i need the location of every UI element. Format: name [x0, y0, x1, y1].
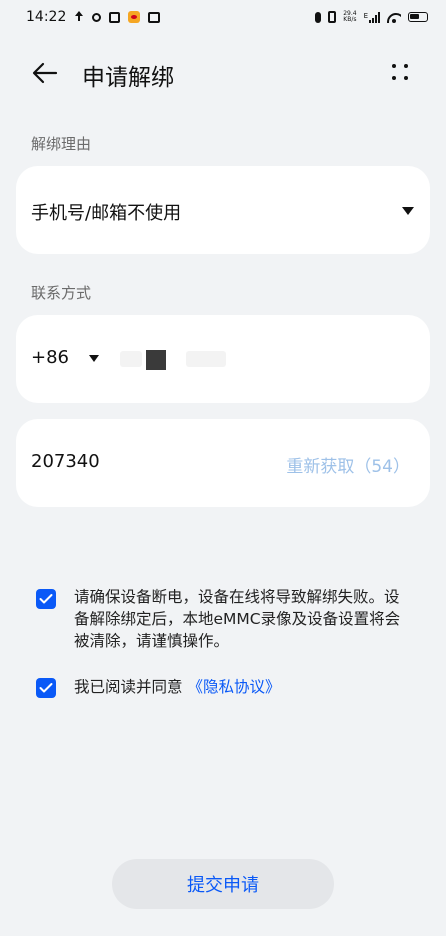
vibrate-icon	[328, 11, 337, 23]
warning-text: 请确保设备断电，设备在线将导致解绑失败。设备解除绑定后，本地eMMC录像及设备设…	[74, 588, 401, 650]
verification-code-field[interactable]: 207340 重新获取（54）	[16, 419, 430, 507]
resend-code-button[interactable]: 重新获取（54）	[286, 452, 410, 477]
notification-dot-icon	[92, 12, 102, 22]
status-time: 14:22	[26, 9, 67, 25]
privacy-agreement: 我已阅读并同意 《隐私协议》	[36, 676, 416, 700]
weibo-icon	[128, 11, 141, 23]
arrow-left-icon[interactable]	[32, 62, 58, 84]
unbind-reason-value: 手机号/邮箱不使用	[31, 203, 182, 224]
submit-button[interactable]: 提交申请	[112, 859, 334, 909]
agree-text: 我已阅读并同意 《隐私协议》	[74, 676, 414, 698]
more-dots-icon[interactable]	[390, 62, 412, 84]
cellular-signal-icon: E	[363, 11, 380, 23]
agree-prefix: 我已阅读并同意	[74, 678, 183, 696]
microphone-icon	[315, 11, 322, 23]
app-header: 申请解绑	[0, 52, 446, 96]
country-code-select[interactable]: +86	[31, 347, 69, 368]
app-notification-icon	[109, 11, 121, 23]
wifi-icon	[387, 12, 401, 23]
network-speed-unit: KB/s	[343, 16, 357, 23]
privacy-policy-link[interactable]: 《隐私协议》	[187, 678, 280, 696]
masked-phone-number	[120, 349, 240, 370]
checkmark-icon	[39, 683, 53, 693]
country-code-arrow-icon[interactable]	[89, 355, 99, 362]
network-speed: 29.4 KB/s	[343, 11, 356, 23]
status-bar: 14:22 29.4 KB/s E	[0, 0, 446, 34]
battery-icon	[408, 12, 428, 22]
unbind-reason-select[interactable]: 手机号/邮箱不使用	[16, 166, 430, 254]
power-off-warning: 请确保设备断电，设备在线将导致解绑失败。设备解除绑定后，本地eMMC录像及设备设…	[36, 586, 416, 656]
warning-checkbox[interactable]	[36, 589, 56, 609]
phone-field[interactable]: +86	[16, 315, 430, 403]
contact-label: 联系方式	[31, 284, 92, 302]
message-icon	[148, 11, 161, 23]
verification-code-input[interactable]: 207340	[31, 451, 100, 472]
status-left: 14:22	[26, 9, 161, 25]
upload-icon	[74, 11, 84, 23]
status-right: 29.4 KB/s E	[315, 11, 428, 23]
dropdown-arrow-icon	[402, 207, 414, 215]
agree-checkbox[interactable]	[36, 678, 56, 698]
signal-type: E	[363, 11, 368, 20]
checkmark-icon	[39, 594, 53, 604]
page-title: 申请解绑	[82, 65, 174, 91]
unbind-reason-label: 解绑理由	[31, 135, 92, 153]
